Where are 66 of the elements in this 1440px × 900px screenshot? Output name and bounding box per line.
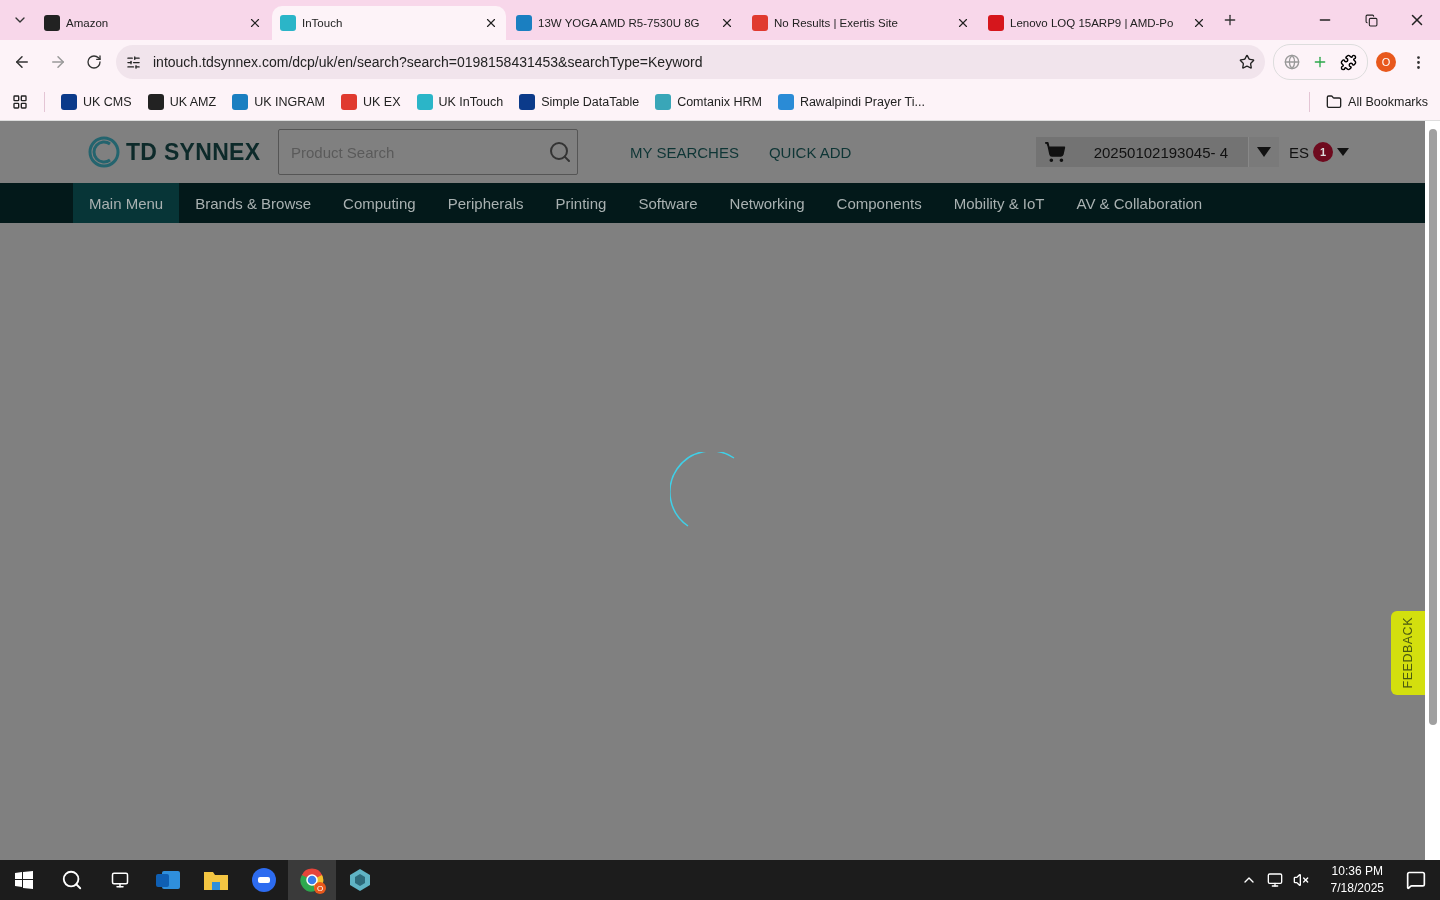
restore-icon[interactable] bbox=[1364, 13, 1378, 27]
close-icon[interactable] bbox=[1192, 16, 1206, 30]
browser-tab[interactable]: Lenovo LOQ 15ARP9 | AMD-Po bbox=[980, 6, 1214, 40]
close-icon[interactable] bbox=[484, 16, 498, 30]
nav-item[interactable]: Mobility & IoT bbox=[937, 183, 1061, 223]
taskbar-app[interactable]: O bbox=[288, 860, 336, 900]
folder-icon bbox=[204, 870, 228, 890]
browser-tab[interactable]: 13W YOGA AMD R5-7530U 8G bbox=[508, 6, 742, 40]
mail-app-icon bbox=[156, 869, 180, 891]
bookmark-item[interactable]: UK INGRAM bbox=[232, 94, 325, 110]
user-menu[interactable]: ES 1 bbox=[1289, 142, 1349, 162]
bookmark-item[interactable]: Comtanix HRM bbox=[655, 94, 762, 110]
logo-icon bbox=[88, 136, 120, 168]
windows-icon bbox=[15, 871, 33, 889]
bookmark-item[interactable]: UK AMZ bbox=[147, 94, 217, 110]
all-bookmarks-item[interactable]: All Bookmarks bbox=[1326, 94, 1428, 110]
back-icon[interactable] bbox=[13, 53, 31, 71]
folder-icon bbox=[1326, 94, 1343, 110]
nav-item[interactable]: Brands & Browse bbox=[179, 183, 328, 223]
nav-item[interactable]: Computing bbox=[327, 183, 432, 223]
address-bar[interactable]: intouch.tdsynnex.com/dcp/uk/en/search?search=0198158431453&searchType=Keyword bbox=[116, 45, 1265, 79]
browser-tab[interactable]: InTouch bbox=[272, 6, 506, 40]
caret-icon bbox=[1257, 147, 1271, 157]
cube-app-icon bbox=[348, 868, 372, 892]
cart-dropdown-button[interactable] bbox=[1248, 137, 1279, 167]
notification-badge: 1 bbox=[1313, 142, 1333, 162]
notifications-icon[interactable] bbox=[1406, 870, 1426, 890]
bookmark-star-icon[interactable] bbox=[1239, 54, 1255, 70]
profile-avatar[interactable]: O bbox=[1376, 52, 1396, 72]
nav-item[interactable]: Components bbox=[820, 183, 938, 223]
bookmark-item[interactable]: Rawalpindi Prayer Ti... bbox=[777, 94, 925, 110]
bookmark-item[interactable]: Simple DataTable bbox=[519, 94, 640, 110]
site-settings-icon[interactable] bbox=[126, 54, 141, 70]
browser-app-icon bbox=[300, 868, 324, 892]
feedback-tab[interactable]: FEEDBACK bbox=[1391, 611, 1425, 695]
cart-selector[interactable]: 20250102193045- 4 bbox=[1035, 137, 1279, 167]
nav-item[interactable]: AV & Collaboration bbox=[1060, 183, 1219, 223]
clock[interactable]: 10:36 PM 7/18/2025 bbox=[1330, 863, 1384, 897]
nav-item[interactable]: Software bbox=[622, 183, 714, 223]
close-icon[interactable] bbox=[956, 16, 970, 30]
nav-item[interactable]: Main Menu bbox=[73, 183, 180, 223]
forward-icon[interactable] bbox=[49, 53, 67, 71]
extensions-icon[interactable] bbox=[1340, 53, 1357, 71]
close-icon[interactable] bbox=[248, 16, 262, 30]
nav-item[interactable]: Printing bbox=[539, 183, 623, 223]
bookmark-item[interactable]: UK CMS bbox=[61, 94, 132, 110]
search-icon[interactable] bbox=[61, 869, 83, 891]
browser-tab[interactable]: Amazon bbox=[36, 6, 270, 40]
bookmark-item[interactable]: UK EX bbox=[341, 94, 401, 110]
video-app-icon bbox=[252, 868, 276, 892]
volume-muted-icon[interactable] bbox=[1292, 872, 1309, 888]
reload-icon[interactable] bbox=[86, 54, 102, 70]
caret-icon bbox=[1337, 148, 1349, 156]
nav-item[interactable]: Peripherals bbox=[431, 183, 540, 223]
scrollbar[interactable] bbox=[1425, 121, 1440, 860]
browser-tab[interactable]: No Results | Exertis Site bbox=[744, 6, 978, 40]
bookmark-item[interactable]: UK InTouch bbox=[416, 94, 504, 110]
globe-icon[interactable] bbox=[1284, 54, 1300, 70]
profile-badge: O bbox=[314, 882, 326, 894]
network-icon[interactable] bbox=[1266, 872, 1283, 888]
nav-item[interactable]: Networking bbox=[713, 183, 821, 223]
cart-icon bbox=[1043, 141, 1066, 163]
close-icon[interactable] bbox=[720, 16, 734, 30]
apps-icon[interactable] bbox=[12, 94, 28, 110]
logo-text: TD SYNNEX bbox=[126, 138, 261, 166]
new-tab-icon[interactable] bbox=[1222, 12, 1238, 28]
